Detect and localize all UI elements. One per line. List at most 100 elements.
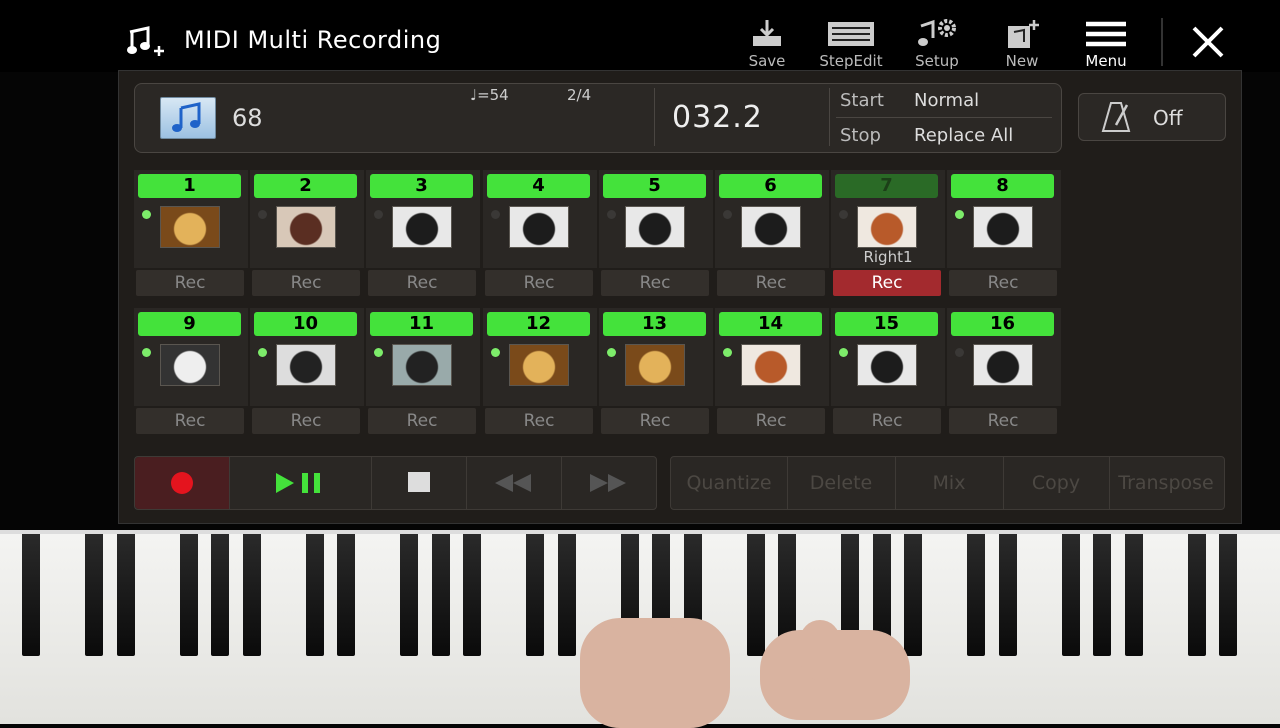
metronome-button[interactable]: Off xyxy=(1078,93,1226,141)
rec-toggle-10[interactable]: Rec xyxy=(252,408,360,434)
black-key xyxy=(400,534,418,656)
channel-cell-11[interactable]: 11 xyxy=(366,308,480,406)
channel-cell-12[interactable]: 12 xyxy=(483,308,597,406)
channel-number[interactable]: 13 xyxy=(603,312,706,336)
channel-number[interactable]: 1 xyxy=(138,174,241,198)
mix-button[interactable]: Mix xyxy=(895,457,1004,509)
channel-number[interactable]: 3 xyxy=(370,174,473,198)
edit-buttons: Quantize Delete Mix Copy Transpose xyxy=(670,456,1225,510)
black-key xyxy=(1124,534,1143,656)
song-number[interactable]: 68 xyxy=(232,104,263,132)
black-key xyxy=(242,534,261,656)
delete-button[interactable]: Delete xyxy=(787,457,896,509)
rec-toggle-6[interactable]: Rec xyxy=(717,270,825,296)
channel-cell-10[interactable]: 10 xyxy=(250,308,364,406)
grand-piano-icon[interactable] xyxy=(857,344,917,386)
channel-cell-8[interactable]: 8 xyxy=(947,170,1061,268)
stop-mode-value[interactable]: Replace All xyxy=(914,125,1013,146)
channel-number[interactable]: 12 xyxy=(487,312,590,336)
channel-number[interactable]: 6 xyxy=(719,174,822,198)
channel-cell-4[interactable]: 4 xyxy=(483,170,597,268)
play-pause-button[interactable] xyxy=(229,457,372,509)
channel-number[interactable]: 15 xyxy=(835,312,938,336)
channel-activity-indicator xyxy=(142,210,151,219)
fast-forward-button[interactable] xyxy=(561,457,655,509)
black-key xyxy=(85,534,103,656)
divider xyxy=(654,88,655,146)
channel-cell-13[interactable]: 13 xyxy=(599,308,713,406)
channel-cell-5[interactable]: 5 xyxy=(599,170,713,268)
copy-button[interactable]: Copy xyxy=(1003,457,1110,509)
song-icon[interactable] xyxy=(160,97,216,139)
acoustic-guitar-icon[interactable] xyxy=(509,344,569,386)
channel-cell-16[interactable]: 16 xyxy=(947,308,1061,406)
white-key xyxy=(1260,534,1280,724)
start-mode-value[interactable]: Normal xyxy=(914,90,979,111)
toolbar-divider xyxy=(1161,18,1163,66)
grand-piano-icon[interactable] xyxy=(625,206,685,248)
channel-cell-14[interactable]: 14 xyxy=(715,308,829,406)
bar-beat-position[interactable]: 032.2 xyxy=(672,100,763,135)
channel-cell-3[interactable]: 3 xyxy=(366,170,480,268)
channel-activity-indicator xyxy=(839,210,848,219)
synth-keyboard-icon[interactable] xyxy=(857,206,917,248)
acoustic-guitar-icon[interactable] xyxy=(625,344,685,386)
upright-piano-icon[interactable] xyxy=(276,206,336,248)
channel-number[interactable]: 5 xyxy=(603,174,706,198)
grand-piano-icon[interactable] xyxy=(973,206,1033,248)
rec-toggle-5[interactable]: Rec xyxy=(601,270,709,296)
setup-button[interactable]: Setup xyxy=(902,18,972,70)
stop-icon xyxy=(408,472,430,492)
close-icon[interactable] xyxy=(1190,24,1226,60)
channel-cell-1[interactable]: 1 xyxy=(134,170,248,268)
rec-toggle-2[interactable]: Rec xyxy=(252,270,360,296)
channel-cell-7[interactable]: 7 Right1 xyxy=(831,170,945,268)
electronic-drums-icon[interactable] xyxy=(160,344,220,386)
grand-piano-icon[interactable] xyxy=(392,206,452,248)
rec-toggle-12[interactable]: Rec xyxy=(485,408,593,434)
rewind-button[interactable] xyxy=(466,457,562,509)
rec-toggle-7[interactable]: Rec xyxy=(833,270,941,296)
channel-number[interactable]: 4 xyxy=(487,174,590,198)
black-key xyxy=(1219,534,1237,656)
drum-kit-icon[interactable] xyxy=(276,344,336,386)
channel-cell-6[interactable]: 6 xyxy=(715,170,829,268)
stepedit-button[interactable]: StepEdit xyxy=(816,18,886,70)
channel-cell-2[interactable]: 2 xyxy=(250,170,364,268)
record-button[interactable] xyxy=(135,457,230,509)
rec-toggle-8[interactable]: Rec xyxy=(949,270,1057,296)
channel-number[interactable]: 9 xyxy=(138,312,241,336)
channel-number[interactable]: 7 xyxy=(835,174,938,198)
rec-toggle-3[interactable]: Rec xyxy=(368,270,476,296)
rec-toggle-9[interactable]: Rec xyxy=(136,408,244,434)
channel-cell-15[interactable]: 15 xyxy=(831,308,945,406)
acoustic-guitar-icon[interactable] xyxy=(160,206,220,248)
new-button[interactable]: New xyxy=(987,18,1057,70)
save-button[interactable]: Save xyxy=(732,18,802,70)
grand-piano-icon[interactable] xyxy=(509,206,569,248)
channel-number[interactable]: 11 xyxy=(370,312,473,336)
new-icon xyxy=(1008,20,1039,48)
rec-toggle-13[interactable]: Rec xyxy=(601,408,709,434)
menu-button[interactable]: Menu xyxy=(1071,18,1141,70)
channel-number[interactable]: 8 xyxy=(951,174,1054,198)
channel-number[interactable]: 16 xyxy=(951,312,1054,336)
rec-toggle-11[interactable]: Rec xyxy=(368,408,476,434)
channel-number[interactable]: 10 xyxy=(254,312,357,336)
synth-keyboard-icon[interactable] xyxy=(741,344,801,386)
channel-number[interactable]: 2 xyxy=(254,174,357,198)
electric-bass-icon[interactable] xyxy=(392,344,452,386)
channel-cell-9[interactable]: 9 xyxy=(134,308,248,406)
grand-piano-icon[interactable] xyxy=(741,206,801,248)
rec-toggle-16[interactable]: Rec xyxy=(949,408,1057,434)
channel-number[interactable]: 14 xyxy=(719,312,822,336)
rec-toggle-15[interactable]: Rec xyxy=(833,408,941,434)
stop-button[interactable] xyxy=(371,457,467,509)
rec-toggle-1[interactable]: Rec xyxy=(136,270,244,296)
rec-toggle-4[interactable]: Rec xyxy=(485,270,593,296)
stop-label: Stop xyxy=(840,125,881,146)
quantize-button[interactable]: Quantize xyxy=(671,457,788,509)
grand-piano-icon[interactable] xyxy=(973,344,1033,386)
transpose-button[interactable]: Transpose xyxy=(1109,457,1223,509)
rec-toggle-14[interactable]: Rec xyxy=(717,408,825,434)
